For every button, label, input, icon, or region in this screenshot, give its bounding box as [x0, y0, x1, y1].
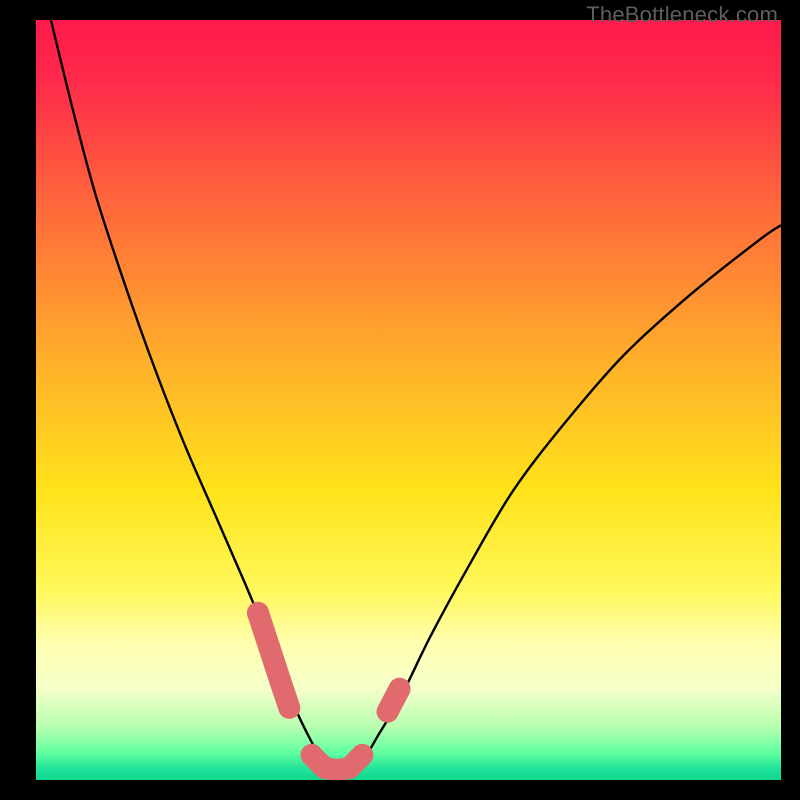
chart-frame: TheBottleneck.com	[0, 0, 800, 800]
curve-marker-dot	[269, 670, 291, 692]
curve-marker-dot	[278, 697, 300, 719]
curve-marker-dot	[351, 744, 373, 766]
curve-marker-dot	[247, 602, 269, 624]
watermark-text: TheBottleneck.com	[586, 2, 778, 28]
gradient-background	[36, 20, 781, 780]
curve-marker-dot	[389, 678, 411, 700]
curve-marker-dot	[377, 701, 399, 723]
chart-svg	[36, 20, 781, 780]
curve-marker-dot	[258, 636, 280, 658]
plot-area	[36, 20, 781, 780]
